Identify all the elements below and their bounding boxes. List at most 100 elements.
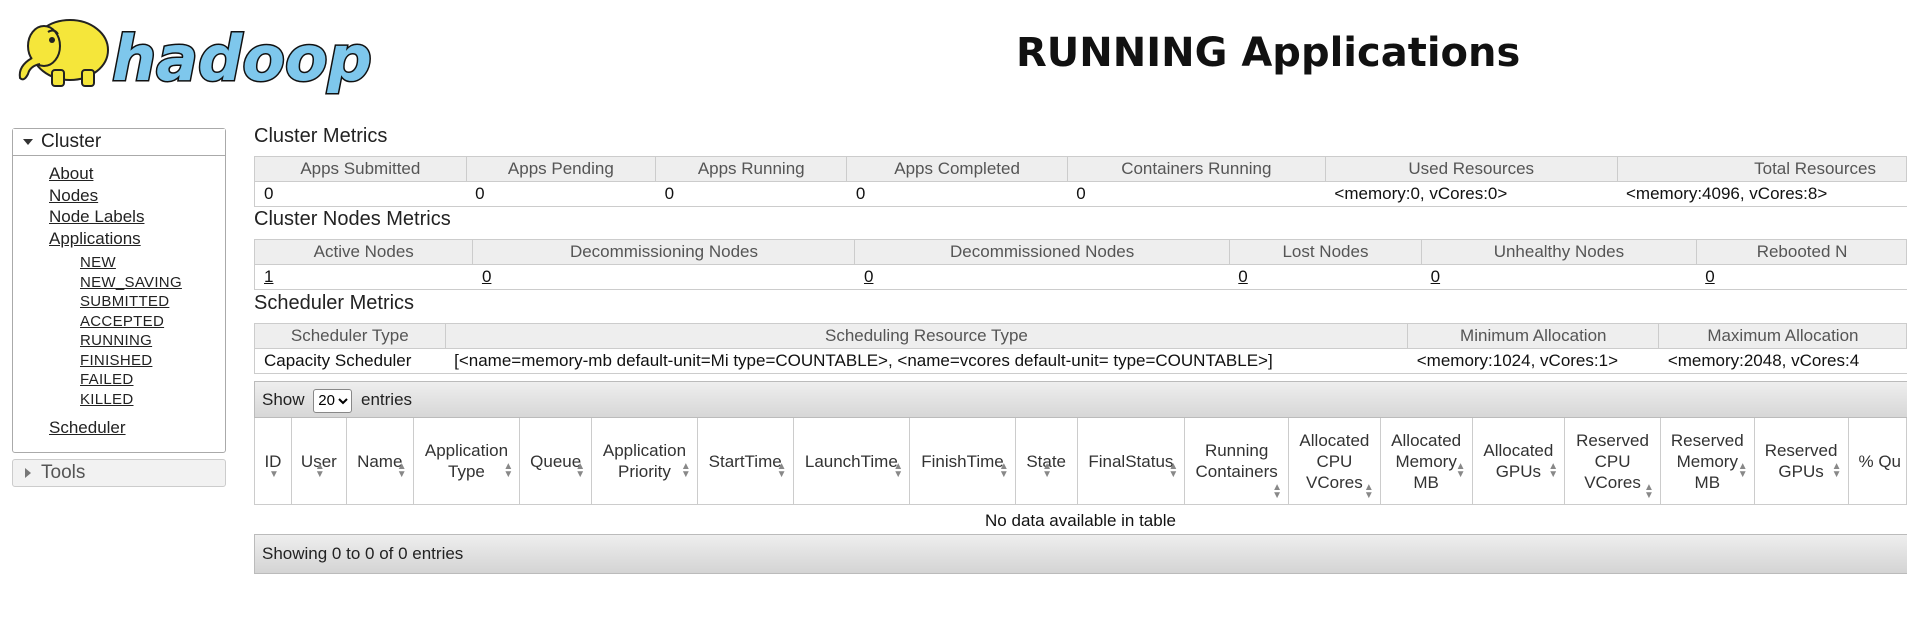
show-label: Show <box>262 390 305 409</box>
unhealthy-nodes-link[interactable]: 0 <box>1431 267 1440 286</box>
column-header-name[interactable]: Name ▲ ▼ <box>345 418 414 505</box>
triangle-right-icon <box>25 467 31 478</box>
scheduling-resource-type-value: [<name=memory-mb default-unit=Mi type=CO… <box>445 348 1408 374</box>
rebooted-nodes-link[interactable]: 0 <box>1705 267 1714 286</box>
sort-icon: ▲ ▼ <box>1455 461 1466 480</box>
sort-icon: ▲ ▼ <box>396 461 407 480</box>
cluster-label: Cluster <box>41 131 102 152</box>
metric-header: Total Resources <box>1616 156 1907 182</box>
metric-header: Minimum Allocation <box>1407 323 1660 349</box>
sort-icon: ▲ ▼ <box>1272 482 1283 501</box>
metric-value: <memory:4096, vCores:8> <box>1617 181 1907 207</box>
metric-value: 0 <box>466 181 656 207</box>
sort-icon: ▲ ▼ <box>575 461 586 480</box>
cluster-links: About Nodes Node Labels Applications <box>49 163 144 249</box>
column-header-starttime[interactable]: StartTime ▲ ▼ <box>696 418 794 505</box>
decommissioned-nodes-link[interactable]: 0 <box>864 267 873 286</box>
nav-link-state-submitted[interactable]: SUBMITTED <box>80 292 182 312</box>
column-header-user[interactable]: User ▲ ▼ <box>290 418 347 505</box>
svg-text:hadoop: hadoop <box>112 22 372 95</box>
sidebar-cluster: Cluster About Nodes Node Labels Applicat… <box>12 128 226 453</box>
column-header-application-type[interactable]: Application Type ▲ ▼ <box>412 418 521 505</box>
sort-icon: ▲ ▼ <box>680 461 691 480</box>
column-header-finishtime[interactable]: FinishTime ▲ ▼ <box>909 418 1016 505</box>
metric-value: <memory:0, vCores:0> <box>1325 181 1617 207</box>
column-header-reserved-memory-mb[interactable]: Reserved Memory MB ▲ ▼ <box>1659 418 1755 505</box>
column-header-finalstatus[interactable]: FinalStatus ▲ ▼ <box>1076 418 1186 505</box>
nav-link-state-failed[interactable]: FAILED <box>80 370 182 390</box>
column-header-percent-queue[interactable]: % Qu <box>1847 418 1907 505</box>
column-header-allocated-gpus[interactable]: Allocated GPUs ▲ ▼ <box>1471 418 1566 505</box>
nav-link-applications[interactable]: Applications <box>49 228 144 250</box>
metric-header: Decommissioning Nodes <box>472 239 856 265</box>
metric-header: Decommissioned Nodes <box>854 239 1230 265</box>
metric-header: Scheduling Resource Type <box>444 323 1409 349</box>
metric-value: 0 <box>655 181 847 207</box>
column-header-launchtime[interactable]: LaunchTime ▲ ▼ <box>792 418 911 505</box>
table-info-text: Showing 0 to 0 of 0 entries <box>262 544 464 563</box>
nav-link-state-accepted[interactable]: ACCEPTED <box>80 312 182 332</box>
elephant-icon <box>18 19 109 87</box>
column-header-state[interactable]: State ▲ ▼ <box>1014 418 1078 505</box>
sort-icon: ▲ ▼ <box>776 461 787 480</box>
sort-desc-icon: ▼ <box>268 469 279 480</box>
triangle-down-icon <box>23 138 33 145</box>
table-info-footer: Showing 0 to 0 of 0 entries <box>254 534 1907 574</box>
metric-header: Maximum Allocation <box>1658 323 1907 349</box>
sort-icon: ▲ ▼ <box>1831 461 1842 480</box>
column-header-running-containers[interactable]: Running Containers ▲ ▼ <box>1184 418 1290 505</box>
nav-link-state-finished[interactable]: FINISHED <box>80 351 182 371</box>
tools-label: Tools <box>41 462 86 483</box>
page-size-select[interactable]: 20 <box>313 388 353 413</box>
cluster-accordion-header[interactable]: Cluster <box>13 129 225 156</box>
metric-value: 0 <box>846 181 1068 207</box>
page-title: RUNNING Applications <box>1016 30 1521 76</box>
maximum-allocation-value: <memory:2048, vCores:4 <box>1658 348 1907 374</box>
table-length-toolbar: Show 20 entries <box>254 381 1907 418</box>
nav-link-about[interactable]: About <box>49 163 144 185</box>
metric-header: Apps Running <box>655 156 848 182</box>
column-header-reserved-cpu-vcores[interactable]: Reserved CPU VCores ▲ ▼ <box>1564 418 1661 505</box>
nav-link-nodes[interactable]: Nodes <box>49 185 144 207</box>
scheduler-metrics-title: Scheduler Metrics <box>254 292 415 314</box>
nav-link-state-new[interactable]: NEW <box>80 253 182 273</box>
lost-nodes-link[interactable]: 0 <box>1238 267 1247 286</box>
nav-link-state-running[interactable]: RUNNING <box>80 331 182 351</box>
sort-icon: ▲ ▼ <box>1643 482 1654 501</box>
scheduler-metrics-table: Scheduler Type Scheduling Resource Type … <box>254 323 1907 374</box>
sort-icon: ▲ ▼ <box>998 461 1009 480</box>
tools-accordion-header[interactable]: Tools <box>12 459 226 487</box>
column-header-id[interactable]: ID ▼ <box>254 418 292 505</box>
nav-link-scheduler[interactable]: Scheduler <box>49 418 126 438</box>
metric-header: Used Resources <box>1324 156 1618 182</box>
metric-header: Apps Submitted <box>254 156 467 182</box>
metric-value: 0 <box>1067 181 1326 207</box>
sort-icon: ▲ ▼ <box>1737 461 1748 480</box>
metric-value: 0 <box>254 181 467 207</box>
column-header-queue[interactable]: Queue ▲ ▼ <box>519 418 593 505</box>
metric-header: Apps Pending <box>465 156 657 182</box>
metric-header: Apps Completed <box>846 156 1068 182</box>
active-nodes-link[interactable]: 1 <box>264 267 273 286</box>
sort-icon: ▲ ▼ <box>503 461 514 480</box>
column-header-reserved-gpus[interactable]: Reserved GPUs ▲ ▼ <box>1753 418 1849 505</box>
metric-header: Active Nodes <box>253 239 474 265</box>
sort-icon: ▲ ▼ <box>893 461 904 480</box>
nav-link-node-labels[interactable]: Node Labels <box>49 206 144 228</box>
column-header-allocated-cpu-vcores[interactable]: Allocated CPU VCores ▲ ▼ <box>1288 418 1381 505</box>
metric-header: Containers Running <box>1066 156 1326 182</box>
sort-icon: ▲ ▼ <box>1168 461 1179 480</box>
sort-icon: ▲ ▼ <box>1363 482 1374 501</box>
metric-header: Lost Nodes <box>1228 239 1423 265</box>
metric-header: Unhealthy Nodes <box>1421 239 1697 265</box>
column-header-allocated-memory-mb[interactable]: Allocated Memory MB ▲ ▼ <box>1379 418 1473 505</box>
node-metrics-table: Active Nodes Decommissioning Nodes Decom… <box>253 239 1907 290</box>
nav-link-state-new-saving[interactable]: NEW_SAVING <box>80 273 182 293</box>
minimum-allocation-value: <memory:1024, vCores:1> <box>1407 348 1659 374</box>
app-state-links: NEW NEW_SAVING SUBMITTED ACCEPTED RUNNIN… <box>80 253 182 409</box>
scheduler-type-value: Capacity Scheduler <box>254 348 446 374</box>
column-header-application-priority[interactable]: Application Priority ▲ ▼ <box>591 418 698 505</box>
nav-link-state-killed[interactable]: KILLED <box>80 390 182 410</box>
decommissioning-nodes-link[interactable]: 0 <box>482 267 491 286</box>
sort-icon: ▲ ▼ <box>314 461 325 480</box>
